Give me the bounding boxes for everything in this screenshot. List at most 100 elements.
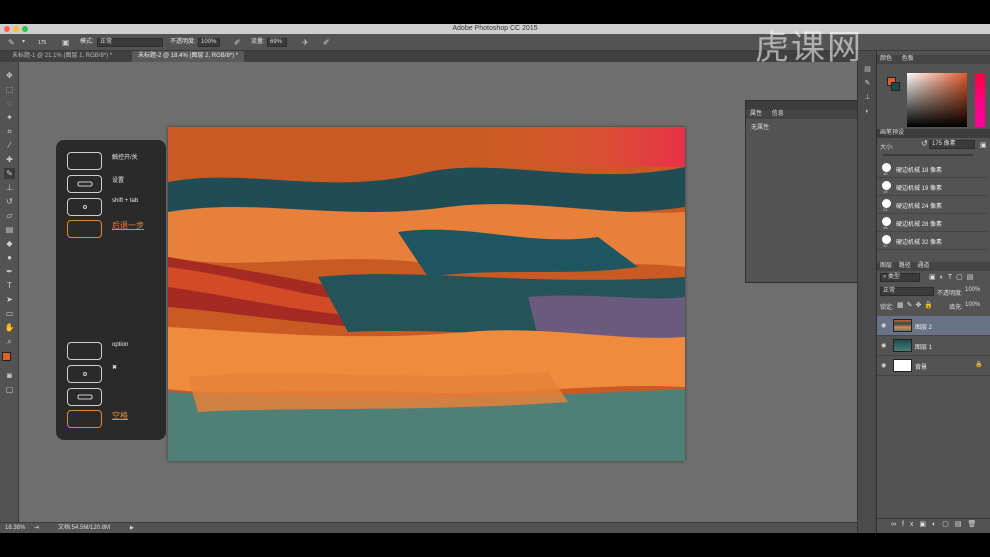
- layer-name: 背景: [915, 365, 928, 371]
- airbrush-icon[interactable]: ✈: [302, 34, 309, 51]
- color-panel-background[interactable]: [891, 82, 900, 91]
- properties-empty-text: 无属性: [751, 125, 770, 131]
- blur-tool-icon[interactable]: ◆: [4, 238, 15, 249]
- command-label: ✖: [112, 365, 118, 371]
- brush-tool-icon[interactable]: ✎: [8, 34, 15, 51]
- clone-panel-icon[interactable]: ⊥: [863, 93, 872, 102]
- command-button[interactable]: [67, 365, 102, 383]
- layer-filter-label: 类型: [888, 274, 901, 280]
- pen-tool-icon[interactable]: ✒: [4, 266, 15, 277]
- undo-step-button[interactable]: [67, 220, 102, 238]
- tab-channels[interactable]: 通道: [917, 263, 929, 269]
- tab-untitled-1[interactable]: 未标题-1 @ 21.1% (图层 1, RGB/8*) *: [6, 51, 118, 62]
- layer-opacity-value[interactable]: 100%: [965, 287, 980, 293]
- undo-step-label: 后退一步: [112, 221, 144, 230]
- tab-untitled-2[interactable]: 未标题-2 @ 18.4% (图层 2, RGB/8*) *: [132, 51, 245, 62]
- fill-label: 填充:: [949, 305, 963, 311]
- stamp-tool-icon[interactable]: ⊥: [4, 182, 15, 193]
- tab-layers[interactable]: 图层: [880, 263, 892, 269]
- layers-footer-icons[interactable]: ∞fx▣◐▢▤🗑: [877, 518, 990, 529]
- shift-tab-button[interactable]: [67, 198, 102, 216]
- brush-tool-icon[interactable]: ✎: [4, 168, 15, 179]
- zoom-level[interactable]: 18.38%: [5, 523, 25, 534]
- option-button[interactable]: [67, 342, 102, 360]
- document-tab-row: 未标题-1 @ 21.1% (图层 1, RGB/8*) * 未标题-2 @ 1…: [0, 51, 876, 62]
- blend-mode-select[interactable]: 正常: [880, 287, 934, 296]
- quick-select-tool-icon[interactable]: ✦: [4, 112, 15, 123]
- path-select-icon[interactable]: ➤: [4, 294, 15, 305]
- layer-name: 图层 1: [915, 345, 933, 351]
- brush-size-input[interactable]: 175 像素: [929, 140, 975, 149]
- move-tool-icon[interactable]: ✥: [4, 70, 15, 81]
- fill-value[interactable]: 100%: [965, 302, 980, 308]
- space-button[interactable]: [67, 410, 102, 428]
- hue-slider[interactable]: [975, 73, 985, 127]
- brush-panel-icon[interactable]: ✎: [863, 79, 872, 88]
- dodge-tool-icon[interactable]: ●: [4, 252, 15, 263]
- tab-color[interactable]: 颜色: [880, 56, 892, 62]
- properties-panel-header[interactable]: [746, 101, 875, 110]
- mode-label: 模式:: [80, 39, 94, 45]
- gradient-tool-icon[interactable]: ▤: [4, 224, 15, 235]
- touch-toggle-button[interactable]: [67, 152, 102, 170]
- lasso-tool-icon[interactable]: ◌: [4, 98, 15, 109]
- brush-panel-menu-icon[interactable]: ▣: [980, 141, 987, 149]
- color-picker-field[interactable]: [907, 73, 967, 127]
- brush-size-readout[interactable]: 175: [38, 39, 46, 48]
- document-canvas[interactable]: [168, 127, 685, 461]
- brush-panel-toggle-icon[interactable]: ▣: [62, 34, 70, 51]
- tools-panel: ✥ ⬚ ◌ ✦ ⌗ ⁄ ✚ ✎ ⊥ ↺ ▱ ▤ ◆ ● ✒ T ➤ ▭ ✋ ⌕ …: [0, 62, 19, 522]
- history-panel-icon[interactable]: ▤: [863, 65, 872, 74]
- layers-panel: 图层 路径 通道 ⌕ 类型 ▣◐T▢▤ 正常 不透明度: 100% 锁定: ▦✎…: [877, 262, 990, 533]
- settings-button[interactable]: [67, 175, 102, 193]
- layer-filter-select[interactable]: ⌕ 类型: [880, 273, 920, 282]
- tab-swatches[interactable]: 色板: [902, 56, 914, 62]
- crop-tool-icon[interactable]: ⌗: [4, 126, 15, 137]
- eye-icon[interactable]: ◉: [881, 342, 886, 349]
- status-menu-arrow-icon[interactable]: ▶: [130, 523, 134, 534]
- brush-preset-item[interactable]: 32 硬边机械 32 像素: [877, 233, 987, 250]
- adjust-panel-icon[interactable]: ◐: [863, 107, 872, 116]
- brush-tip-size: 24: [883, 207, 888, 212]
- settings-label: 设置: [112, 178, 125, 184]
- brush-preset-item[interactable]: 18 硬边机械 18 像素: [877, 161, 987, 178]
- tab-paths[interactable]: 路径: [899, 263, 911, 269]
- layer-row[interactable]: ◉ 背景 🔒: [877, 356, 990, 376]
- shape-tool-icon[interactable]: ▭: [4, 308, 15, 319]
- type-tool-icon[interactable]: T: [4, 280, 15, 291]
- tab-info[interactable]: 信息: [768, 111, 788, 117]
- export-icon[interactable]: ⇥: [34, 523, 39, 534]
- layer-row[interactable]: ◉ 图层 2: [877, 316, 990, 336]
- eye-icon[interactable]: ◉: [881, 362, 886, 369]
- lock-icons[interactable]: ▦✎✥🔒: [897, 301, 936, 309]
- healing-tool-icon[interactable]: ✚: [4, 154, 15, 165]
- chevron-down-icon[interactable]: ▾: [22, 34, 25, 51]
- zoom-tool-icon[interactable]: ⌕: [4, 336, 15, 347]
- brush-preset-name: 硬边机械 24 像素: [896, 204, 943, 210]
- brush-preset-item[interactable]: 28 硬边机械 28 像素: [877, 215, 987, 232]
- pressure-opacity-icon[interactable]: ✐: [234, 34, 241, 51]
- eyedropper-tool-icon[interactable]: ⁄: [4, 140, 15, 151]
- quick-mask-icon[interactable]: ◙: [4, 370, 15, 381]
- brush-preset-name: 硬边机械 32 像素: [896, 240, 943, 246]
- mode-select[interactable]: 正常: [97, 38, 163, 47]
- brush-preset-item[interactable]: 24 硬边机械 24 像素: [877, 197, 987, 214]
- brush-preset-item[interactable]: 19 硬边机械 19 像素: [877, 179, 987, 196]
- marquee-tool-icon[interactable]: ⬚: [4, 84, 15, 95]
- reset-size-icon[interactable]: ↺: [921, 139, 928, 148]
- wide-key-button[interactable]: [67, 388, 102, 406]
- pressure-size-icon[interactable]: ✐: [323, 34, 330, 51]
- history-brush-icon[interactable]: ↺: [4, 196, 15, 207]
- screen-mode-icon[interactable]: ▢: [4, 384, 15, 395]
- flow-input[interactable]: 69%: [267, 38, 287, 47]
- eraser-tool-icon[interactable]: ▱: [4, 210, 15, 221]
- brush-size-slider[interactable]: [883, 154, 973, 156]
- shift-tab-label: shift + tab: [112, 198, 139, 204]
- layer-row[interactable]: ◉ 图层 1: [877, 336, 990, 356]
- opacity-input[interactable]: 100%: [198, 38, 220, 47]
- hand-tool-icon[interactable]: ✋: [4, 322, 15, 333]
- eye-icon[interactable]: ◉: [881, 322, 886, 329]
- layer-filter-icons[interactable]: ▣◐T▢▤: [929, 273, 977, 281]
- foreground-color-swatch[interactable]: [2, 352, 11, 361]
- tab-properties[interactable]: 属性: [746, 111, 766, 117]
